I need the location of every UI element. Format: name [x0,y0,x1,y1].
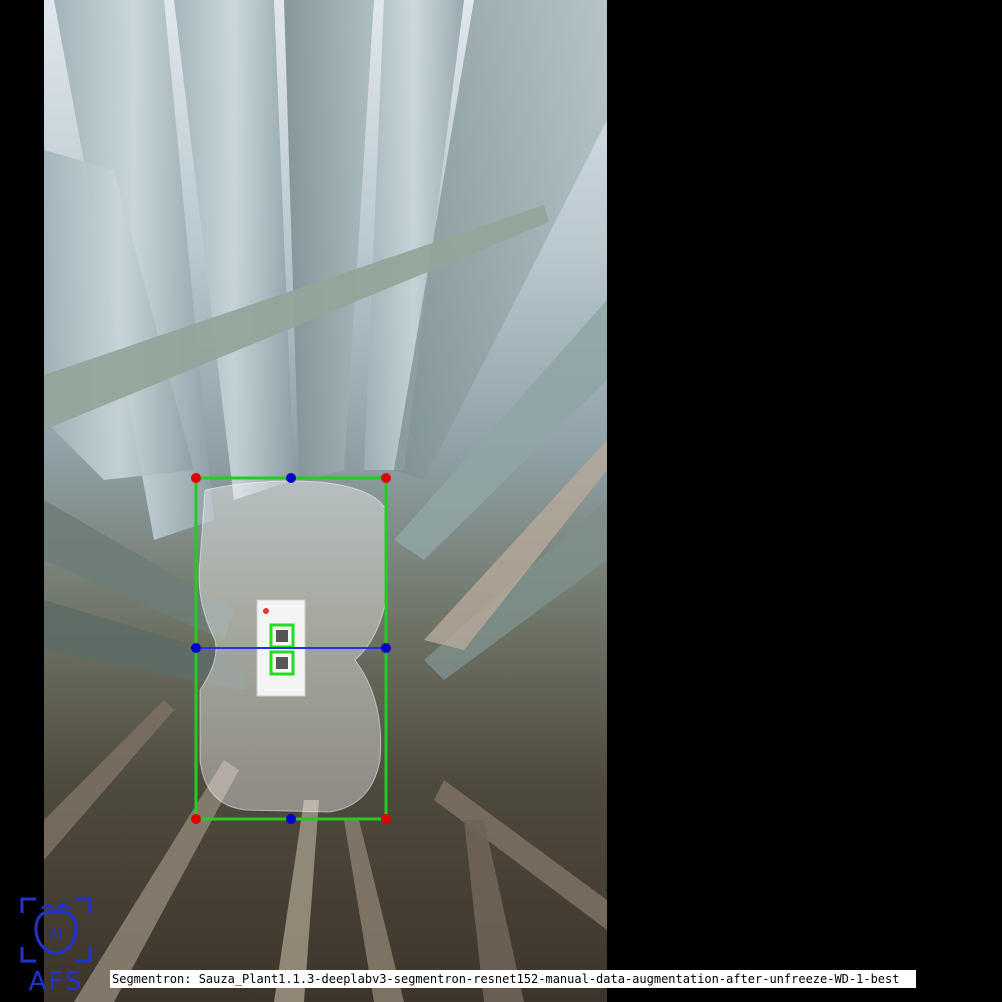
logo-mark: AI [20,897,92,963]
segmentation-overlay [191,473,391,824]
corner-point [381,814,391,824]
svg-text:AI: AI [49,927,63,943]
mid-point [191,643,201,653]
model-caption: Segmentron: Sauza_Plant1.1.3-deeplabv3-s… [110,970,916,988]
afs-logo-icon: AI AFS [18,895,94,999]
corner-point [381,473,391,483]
logo-text: AFS [28,967,84,997]
mid-point [381,643,391,653]
mid-point [286,814,296,824]
corner-point [191,473,201,483]
corner-point [191,814,201,824]
mid-point [286,473,296,483]
